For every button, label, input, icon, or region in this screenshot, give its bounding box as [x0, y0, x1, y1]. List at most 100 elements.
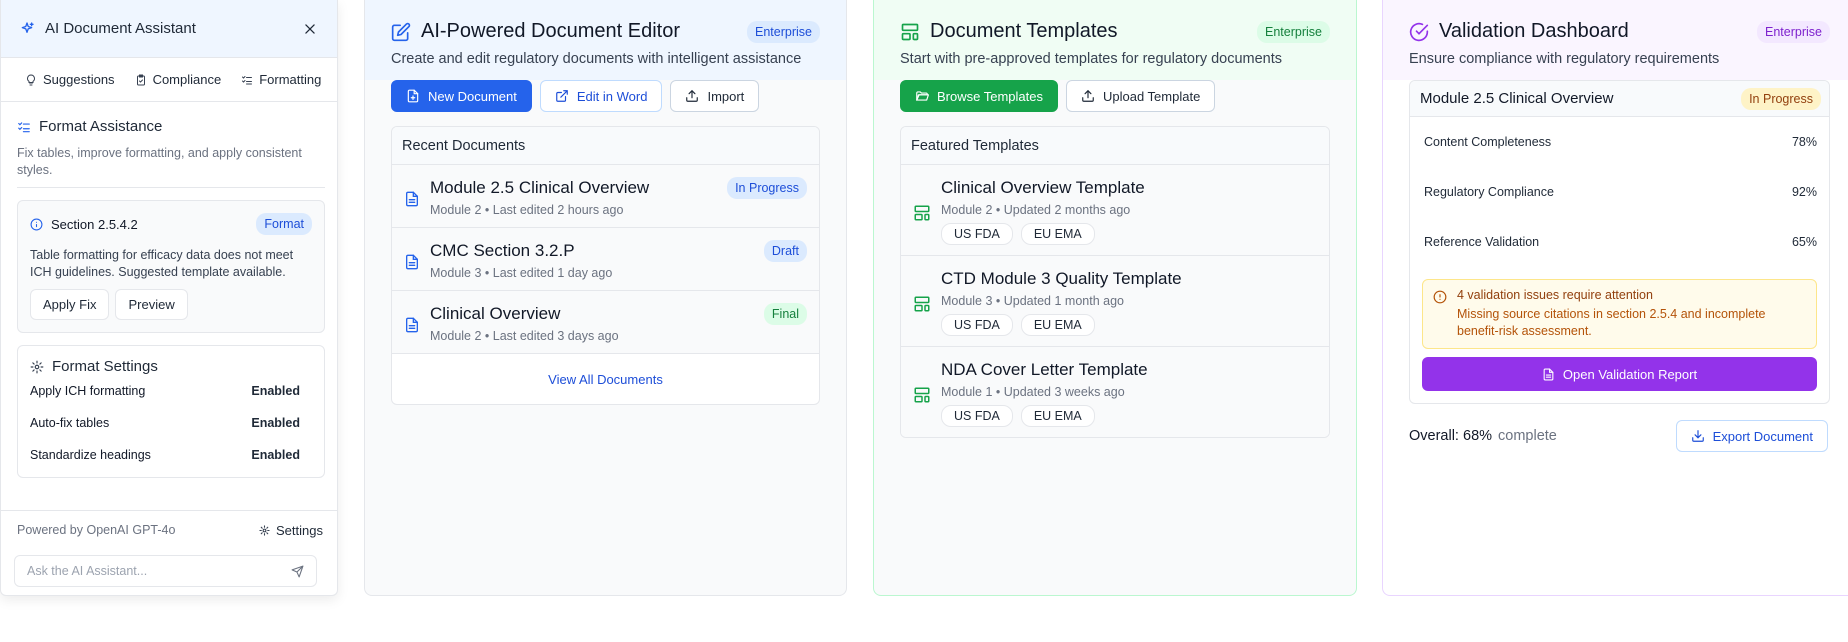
- editor-subtitle: Create and edit regulatory documents wit…: [391, 51, 802, 67]
- metric-label: Regulatory Compliance: [1424, 185, 1554, 199]
- metric-value: 92%: [1791, 185, 1817, 199]
- format-assistance-description: Fix tables, improve formatting, and appl…: [17, 145, 325, 188]
- status-badge: Draft: [763, 240, 807, 262]
- document-name: Module 2.5 Clinical Overview: [430, 178, 650, 197]
- view-all-documents-link[interactable]: View All Documents: [392, 354, 819, 404]
- document-row[interactable]: CMC Section 3.2.P Module 3 • Last edited…: [392, 228, 819, 291]
- template-name: CTD Module 3 Quality Template: [941, 269, 1182, 288]
- region-tag: EU EMA: [1020, 223, 1095, 245]
- format-settings-card: Format Settings Apply ICH formatting Ena…: [17, 345, 325, 478]
- document-icon: [404, 180, 420, 217]
- document-meta: Module 3 • Last edited 1 day ago: [430, 266, 613, 280]
- assistant-footer: Powered by OpenAI GPT-4o Settings: [1, 510, 337, 587]
- upload-icon: [1081, 89, 1095, 103]
- tab-suggestions[interactable]: Suggestions: [25, 72, 115, 87]
- enterprise-badge: Enterprise: [1257, 20, 1330, 43]
- info-icon: [30, 218, 43, 231]
- metric-row: Regulatory Compliance 92%: [1410, 167, 1829, 217]
- enterprise-badge: Enterprise: [747, 20, 820, 43]
- setting-value: Enabled: [251, 448, 300, 462]
- button-label: Browse Templates: [937, 88, 1043, 104]
- layout-template-icon: [913, 362, 931, 427]
- ask-assistant-field: [14, 555, 317, 587]
- export-document-button[interactable]: Export Document: [1675, 420, 1828, 452]
- region-tag: US FDA: [941, 223, 1013, 245]
- button-label: Edit in Word: [576, 88, 648, 104]
- format-assistance-title: Format Assistance: [39, 118, 163, 135]
- new-document-button[interactable]: New Document: [391, 80, 532, 112]
- validation-card: Module 2.5 Clinical Overview In Progress…: [1409, 80, 1830, 404]
- lightbulb-icon: [25, 73, 37, 86]
- document-row[interactable]: Clinical Overview Module 2 • Last edited…: [392, 291, 819, 354]
- send-icon[interactable]: [291, 565, 304, 578]
- button-label: Export Document: [1712, 428, 1813, 444]
- button-label: Open Validation Report: [1562, 366, 1698, 382]
- button-label: New Document: [428, 88, 517, 104]
- template-row[interactable]: Clinical Overview Template Module 2 • Up…: [901, 165, 1329, 256]
- document-icon: [404, 306, 420, 343]
- setting-label: Apply ICH formatting: [30, 384, 146, 398]
- template-row[interactable]: CTD Module 3 Quality Template Module 3 •…: [901, 256, 1329, 347]
- document-row[interactable]: Module 2.5 Clinical Overview Module 2 • …: [392, 165, 819, 228]
- powered-by-text: Powered by OpenAI GPT-4o: [17, 523, 176, 537]
- tab-compliance[interactable]: Compliance: [135, 72, 222, 87]
- open-validation-report-button[interactable]: Open Validation Report: [1422, 357, 1817, 391]
- edit-in-word-button[interactable]: Edit in Word: [539, 80, 663, 112]
- tab-label: Compliance: [152, 72, 222, 87]
- template-row[interactable]: NDA Cover Letter Template Module 1 • Upd…: [901, 347, 1329, 437]
- alert-circle-icon: [1433, 290, 1447, 304]
- tab-label: Suggestions: [43, 72, 115, 87]
- tab-formatting[interactable]: Formatting: [241, 72, 321, 87]
- settings-label: Settings: [276, 522, 323, 538]
- validation-alert: 4 validation issues require attention Mi…: [1422, 279, 1817, 349]
- format-assistance-heading: Format Assistance: [17, 118, 325, 135]
- document-templates-panel: Document Templates Enterprise Start with…: [873, 0, 1357, 596]
- assistant-title: AI Document Assistant: [45, 20, 196, 37]
- tab-label: Formatting: [259, 72, 322, 87]
- validation-title: Validation Dashboard: [1439, 20, 1629, 42]
- setting-label: Standardize headings: [30, 448, 151, 462]
- upload-template-button[interactable]: Upload Template: [1065, 80, 1216, 112]
- validation-dashboard-panel: Validation Dashboard Enterprise Ensure c…: [1382, 0, 1848, 596]
- template-name: Clinical Overview Template: [941, 178, 1145, 197]
- section-suggestion-text: Table formatting for efficacy data does …: [30, 248, 294, 279]
- document-icon: [404, 243, 420, 280]
- list-check-icon: [241, 74, 253, 86]
- button-label: Import: [707, 88, 745, 104]
- region-tag: EU EMA: [1020, 405, 1095, 427]
- enterprise-badge: Enterprise: [1757, 20, 1830, 43]
- overall-progress: Overall: 68% complete Export Document: [1383, 420, 1848, 452]
- metric-row: Reference Validation 65%: [1410, 217, 1829, 267]
- close-icon[interactable]: [299, 18, 321, 40]
- metric-label: Content Completeness: [1424, 135, 1552, 149]
- file-plus-icon: [406, 89, 420, 103]
- templates-subtitle: Start with pre-approved templates for re…: [900, 51, 1283, 67]
- preview-button[interactable]: Preview: [115, 289, 188, 320]
- browse-templates-button[interactable]: Browse Templates: [900, 80, 1058, 112]
- apply-fix-button[interactable]: Apply Fix: [30, 289, 110, 320]
- recent-documents-title: Recent Documents: [392, 127, 819, 165]
- featured-templates-title: Featured Templates: [901, 127, 1329, 165]
- status-badge: Final: [763, 303, 807, 325]
- ask-assistant-input[interactable]: [27, 564, 291, 578]
- template-name: NDA Cover Letter Template: [941, 360, 1148, 379]
- alert-title: 4 validation issues require attention: [1457, 288, 1653, 302]
- setting-row[interactable]: Standardize headings Enabled: [30, 439, 312, 471]
- section-title: Section 2.5.4.2: [51, 216, 138, 232]
- upload-icon: [685, 89, 699, 103]
- settings-button[interactable]: Settings: [259, 523, 323, 538]
- region-tag: US FDA: [941, 314, 1013, 336]
- sparkles-icon: [19, 21, 35, 37]
- setting-value: Enabled: [251, 384, 300, 398]
- setting-row[interactable]: Auto-fix tables Enabled: [30, 407, 312, 439]
- validated-document-name: Module 2.5 Clinical Overview: [1420, 90, 1614, 107]
- setting-row[interactable]: Apply ICH formatting Enabled: [30, 375, 312, 407]
- status-badge: In Progress: [727, 177, 807, 199]
- status-badge: In Progress: [1741, 87, 1821, 110]
- import-button[interactable]: Import: [670, 80, 760, 112]
- featured-templates-box: Featured Templates Clinical Overview Tem…: [900, 126, 1330, 438]
- format-settings-title: Format Settings: [52, 358, 158, 375]
- overall-label: Overall:: [1409, 428, 1459, 444]
- download-icon: [1691, 429, 1705, 443]
- clipboard-check-icon: [135, 74, 147, 86]
